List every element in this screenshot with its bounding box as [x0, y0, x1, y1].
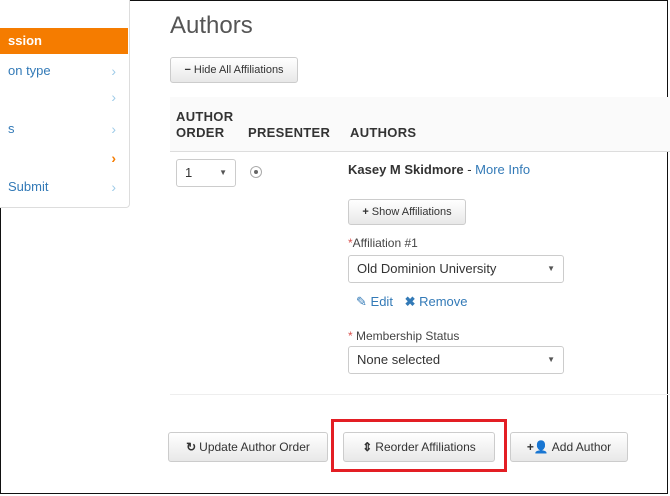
edit-icon: ✎	[356, 294, 367, 309]
sidebar-item-2[interactable]: ›	[0, 84, 128, 110]
divider	[170, 394, 670, 395]
sidebar-item-label: s	[8, 121, 15, 136]
chevron-right-icon: ›	[111, 150, 116, 166]
minus-icon: −	[184, 64, 191, 76]
sidebar-nav: ssion on type › › s › › Submit ›	[0, 0, 130, 208]
page-title: Authors	[170, 12, 253, 39]
edit-link[interactable]: ✎ Edit	[356, 294, 397, 309]
caret-down-icon: ▼	[219, 168, 227, 177]
remove-label: Remove	[419, 294, 468, 309]
hide-all-affiliations-button[interactable]: − Hide All Affiliations	[170, 57, 298, 83]
caret-down-icon: ▼	[547, 355, 555, 364]
remove-link[interactable]: ✖ Remove	[405, 294, 468, 309]
show-affiliations-label: Show Affiliations	[371, 206, 452, 218]
highlight-box	[331, 419, 507, 472]
show-affiliations-button[interactable]: + Show Affiliations	[348, 199, 466, 225]
column-presenter: PRESENTER	[248, 125, 331, 140]
column-author-order-line1: AUTHOR	[176, 109, 234, 124]
sidebar-item-active[interactable]: ssion	[0, 28, 128, 54]
chevron-right-icon: ›	[111, 179, 116, 195]
edit-label: Edit	[370, 294, 393, 309]
update-author-order-button[interactable]: ↻ Update Author Order	[168, 432, 328, 462]
author-separator: -	[463, 162, 476, 177]
affiliation-label-text: Affiliation #1	[352, 236, 418, 250]
membership-value: None selected	[357, 352, 441, 367]
sidebar-item-label: on type	[8, 63, 51, 78]
sidebar-top-spacer	[0, 0, 128, 29]
affiliation-select[interactable]: Old Dominion University ▼	[348, 255, 564, 283]
sidebar-item-submit[interactable]: Submit ›	[0, 174, 128, 200]
author-order-value: 1	[185, 165, 193, 180]
more-info-link[interactable]: More Info	[475, 162, 530, 177]
remove-icon: ✖	[404, 294, 416, 309]
chevron-right-icon: ›	[111, 89, 116, 105]
sidebar-item-3[interactable]: s ›	[0, 116, 128, 142]
author-name: Kasey M Skidmore	[348, 162, 464, 177]
author-order-select[interactable]: 1 ▼	[176, 159, 236, 187]
add-user-icon: +👤	[526, 440, 549, 454]
authors-table-header: AUTHOR ORDER PRESENTER AUTHORS	[170, 97, 670, 152]
plus-icon: +	[362, 206, 369, 218]
membership-status-select[interactable]: None selected ▼	[348, 346, 564, 374]
sidebar-item-authors[interactable]: ›	[0, 145, 128, 171]
column-author-order-line2: ORDER	[176, 125, 225, 140]
sidebar-item-presentation-type[interactable]: on type ›	[0, 58, 128, 84]
affiliation-label: *Affiliation #1	[348, 236, 418, 250]
update-order-label: Update Author Order	[199, 440, 310, 454]
sidebar-item-label: Submit	[8, 179, 49, 194]
chevron-right-icon: ›	[111, 121, 116, 137]
refresh-icon: ↻	[186, 440, 197, 454]
membership-label-text: Membership Status	[352, 329, 460, 343]
column-authors: AUTHORS	[350, 125, 417, 140]
chevron-right-icon: ›	[111, 63, 116, 79]
affiliation-actions: ✎ Edit ✖ Remove	[356, 294, 468, 310]
presenter-radio[interactable]	[250, 166, 262, 178]
membership-label: * Membership Status	[348, 329, 459, 343]
hide-affiliations-label: Hide All Affiliations	[193, 64, 284, 76]
add-author-button[interactable]: +👤 Add Author	[510, 432, 628, 462]
add-author-label: Add Author	[551, 440, 612, 454]
author-name-line: Kasey M Skidmore - More Info	[348, 162, 530, 177]
caret-down-icon: ▼	[547, 264, 555, 273]
affiliation-value: Old Dominion University	[357, 261, 497, 276]
